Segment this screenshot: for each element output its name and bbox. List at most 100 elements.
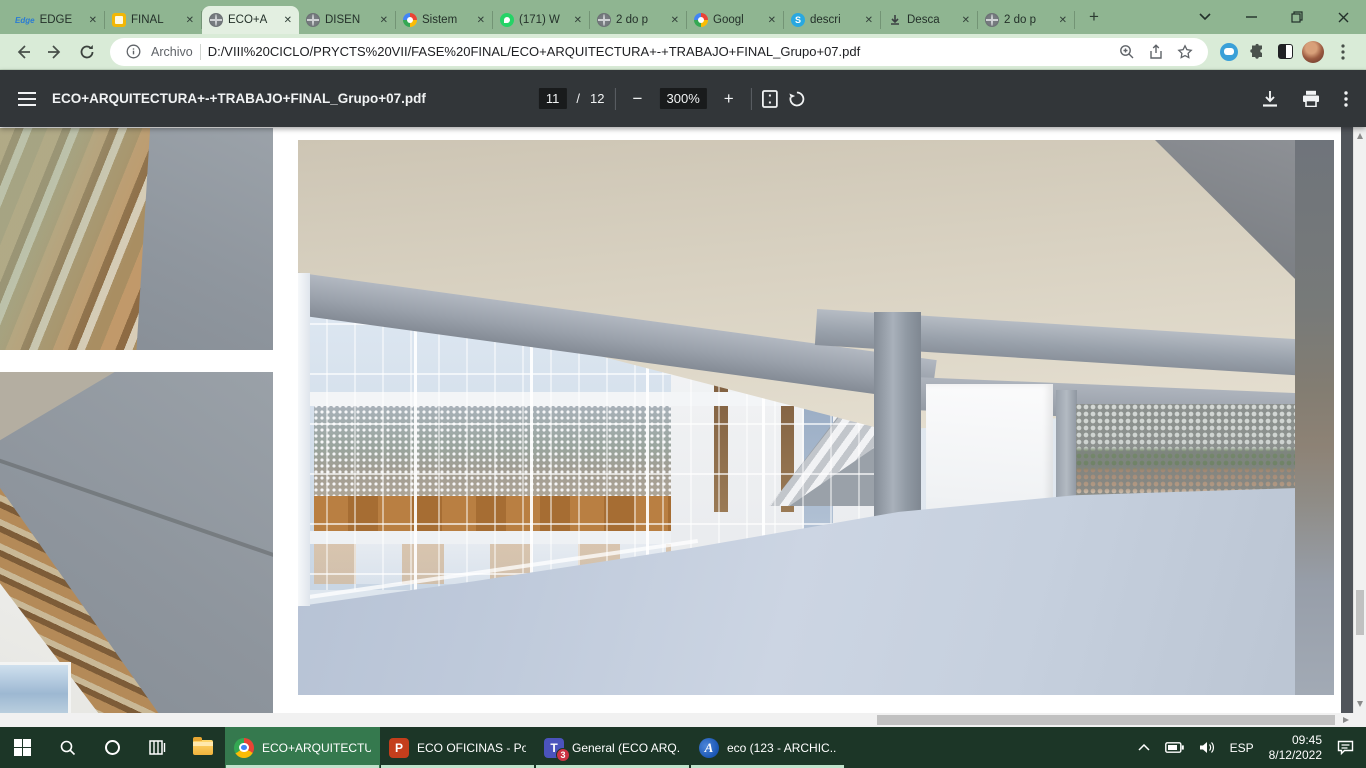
restore-button[interactable] bbox=[1274, 0, 1320, 34]
speaker-icon[interactable] bbox=[1199, 741, 1215, 754]
tab-sistema[interactable]: Sistem ✕ bbox=[396, 11, 493, 29]
tab-2dop-1[interactable]: 2 do p ✕ bbox=[590, 11, 687, 29]
pdf-more-kebab-icon[interactable] bbox=[1344, 90, 1348, 107]
pdf-content-area[interactable] bbox=[0, 127, 1366, 713]
forward-button[interactable] bbox=[42, 39, 68, 65]
scrollbar-corner bbox=[1353, 713, 1366, 727]
taskbar-app-chrome[interactable]: ECO+ARQUITECTU... bbox=[225, 727, 380, 768]
page-number-input[interactable]: 11 bbox=[538, 88, 567, 109]
tray-chevron-icon[interactable] bbox=[1138, 744, 1150, 751]
close-icon[interactable]: ✕ bbox=[284, 15, 292, 26]
tab-2dop-2[interactable]: 2 do p ✕ bbox=[978, 11, 1075, 29]
folder-icon bbox=[192, 737, 213, 755]
pdf-toolbar-right bbox=[1262, 90, 1348, 107]
pdf-page-controls: 11 / 12 − 300% + bbox=[538, 87, 806, 110]
reload-button[interactable] bbox=[74, 39, 100, 65]
minimize-button[interactable] bbox=[1228, 0, 1274, 34]
close-icon[interactable]: ✕ bbox=[768, 15, 776, 26]
horizontal-scroll-thumb[interactable] bbox=[877, 715, 1335, 725]
extension-dark-icon[interactable] bbox=[1274, 41, 1296, 63]
url-text[interactable]: D:/VIII%20CICLO/PRYCTS%20VII/FASE%20FINA… bbox=[208, 44, 1109, 59]
tab-eco-arquitectura-active[interactable]: ECO+A ✕ bbox=[202, 6, 299, 34]
zoom-level-input[interactable]: 300% bbox=[659, 88, 707, 109]
vertical-scrollbar[interactable] bbox=[1353, 127, 1366, 713]
taskbar-app-teams[interactable]: T 3 General (ECO ARQ... bbox=[535, 727, 690, 768]
share-icon[interactable] bbox=[1145, 41, 1167, 63]
pdf-viewer-background-strip bbox=[1341, 127, 1353, 713]
print-icon[interactable] bbox=[1302, 90, 1320, 107]
cortana-icon bbox=[105, 740, 120, 755]
scroll-up-arrow-icon[interactable] bbox=[1357, 133, 1363, 139]
tab-final[interactable]: FINAL ✕ bbox=[105, 11, 202, 29]
zoom-out-button[interactable]: − bbox=[625, 89, 649, 109]
url-scheme-label: Archivo bbox=[151, 44, 193, 59]
scroll-right-arrow-icon[interactable] bbox=[1343, 717, 1349, 723]
taskbar-app-powerpoint[interactable]: P ECO OFICINAS - Po... bbox=[380, 727, 535, 768]
system-tray: ESP 09:45 8/12/2022 bbox=[1126, 727, 1366, 768]
taskbar-app-archicad[interactable]: A eco (123 - ARCHIC... bbox=[690, 727, 845, 768]
battery-icon[interactable] bbox=[1164, 742, 1184, 753]
clock-time: 09:45 bbox=[1291, 732, 1322, 747]
screen: Edge EDGE ✕ FINAL ✕ ECO+A ✕ DISEÑ ✕ Sist… bbox=[0, 0, 1366, 768]
extensions-puzzle-icon[interactable] bbox=[1246, 41, 1268, 63]
back-button[interactable] bbox=[10, 39, 36, 65]
chrome-icon bbox=[234, 737, 254, 758]
file-explorer-button[interactable] bbox=[180, 727, 225, 768]
edge-icon: Edge bbox=[15, 15, 35, 25]
google-icon bbox=[403, 13, 417, 27]
close-icon[interactable]: ✕ bbox=[186, 15, 194, 26]
close-icon[interactable]: ✕ bbox=[671, 15, 679, 26]
close-icon[interactable]: ✕ bbox=[865, 15, 873, 26]
task-view-button[interactable] bbox=[135, 727, 180, 768]
close-icon[interactable]: ✕ bbox=[574, 15, 582, 26]
horizontal-scrollbar[interactable] bbox=[0, 713, 1353, 727]
profile-avatar[interactable] bbox=[1302, 40, 1324, 63]
address-bar[interactable]: Archivo D:/VIII%20CICLO/PRYCTS%20VII/FAS… bbox=[110, 37, 1208, 66]
app-label: General (ECO ARQ... bbox=[572, 740, 681, 755]
close-window-button[interactable] bbox=[1320, 0, 1366, 34]
globe-icon bbox=[985, 13, 999, 27]
pdf-menu-icon[interactable] bbox=[18, 91, 36, 106]
language-indicator[interactable]: ESP bbox=[1230, 741, 1254, 755]
tab-whatsapp[interactable]: (171) W ✕ bbox=[493, 11, 590, 29]
zoom-page-icon[interactable] bbox=[1116, 41, 1138, 63]
extension-chat-icon[interactable] bbox=[1218, 41, 1240, 63]
zoom-in-button[interactable]: + bbox=[717, 89, 741, 109]
scroll-down-arrow-icon[interactable] bbox=[1357, 701, 1363, 707]
taskbar: ECO+ARQUITECTU... P ECO OFICINAS - Po...… bbox=[0, 727, 1366, 768]
download-icon[interactable] bbox=[1262, 90, 1278, 107]
tab-diseno[interactable]: DISEÑ ✕ bbox=[299, 11, 396, 29]
browser-menu-kebab-icon[interactable] bbox=[1330, 39, 1356, 65]
tab-title: 2 do p bbox=[1004, 14, 1036, 26]
info-icon[interactable] bbox=[122, 41, 144, 63]
tab-google[interactable]: Googl ✕ bbox=[687, 11, 784, 29]
close-icon[interactable]: ✕ bbox=[962, 15, 970, 26]
vertical-scroll-thumb[interactable] bbox=[1356, 590, 1364, 635]
divider bbox=[750, 87, 752, 110]
rotate-icon[interactable] bbox=[788, 90, 806, 108]
globe-icon bbox=[597, 13, 611, 27]
new-tab-button[interactable]: + bbox=[1081, 4, 1107, 30]
start-button[interactable] bbox=[0, 727, 45, 768]
tab-search-chevron-icon[interactable] bbox=[1182, 0, 1228, 34]
close-icon[interactable]: ✕ bbox=[380, 15, 388, 26]
clock-date: 8/12/2022 bbox=[1268, 747, 1322, 762]
download-icon bbox=[888, 13, 902, 27]
slideshare-icon: S bbox=[791, 13, 805, 27]
fit-page-icon[interactable] bbox=[761, 89, 778, 108]
tab-edge[interactable]: Edge EDGE ✕ bbox=[8, 11, 105, 29]
tab-descripcion[interactable]: S descri ✕ bbox=[784, 11, 881, 29]
notification-badge: 3 bbox=[556, 747, 570, 762]
taskbar-search-button[interactable] bbox=[45, 727, 90, 768]
whatsapp-icon bbox=[500, 13, 514, 27]
tab-title: EDGE bbox=[39, 14, 73, 26]
close-icon[interactable]: ✕ bbox=[1059, 15, 1067, 26]
action-center-icon[interactable] bbox=[1337, 740, 1354, 755]
close-icon[interactable]: ✕ bbox=[89, 15, 97, 26]
horizontal-scrollbar-row bbox=[0, 713, 1366, 727]
taskbar-clock[interactable]: 09:45 8/12/2022 bbox=[1269, 733, 1322, 763]
bookmark-star-icon[interactable] bbox=[1174, 41, 1196, 63]
cortana-button[interactable] bbox=[90, 727, 135, 768]
tab-descargas[interactable]: Desca ✕ bbox=[881, 11, 978, 29]
close-icon[interactable]: ✕ bbox=[477, 15, 485, 26]
